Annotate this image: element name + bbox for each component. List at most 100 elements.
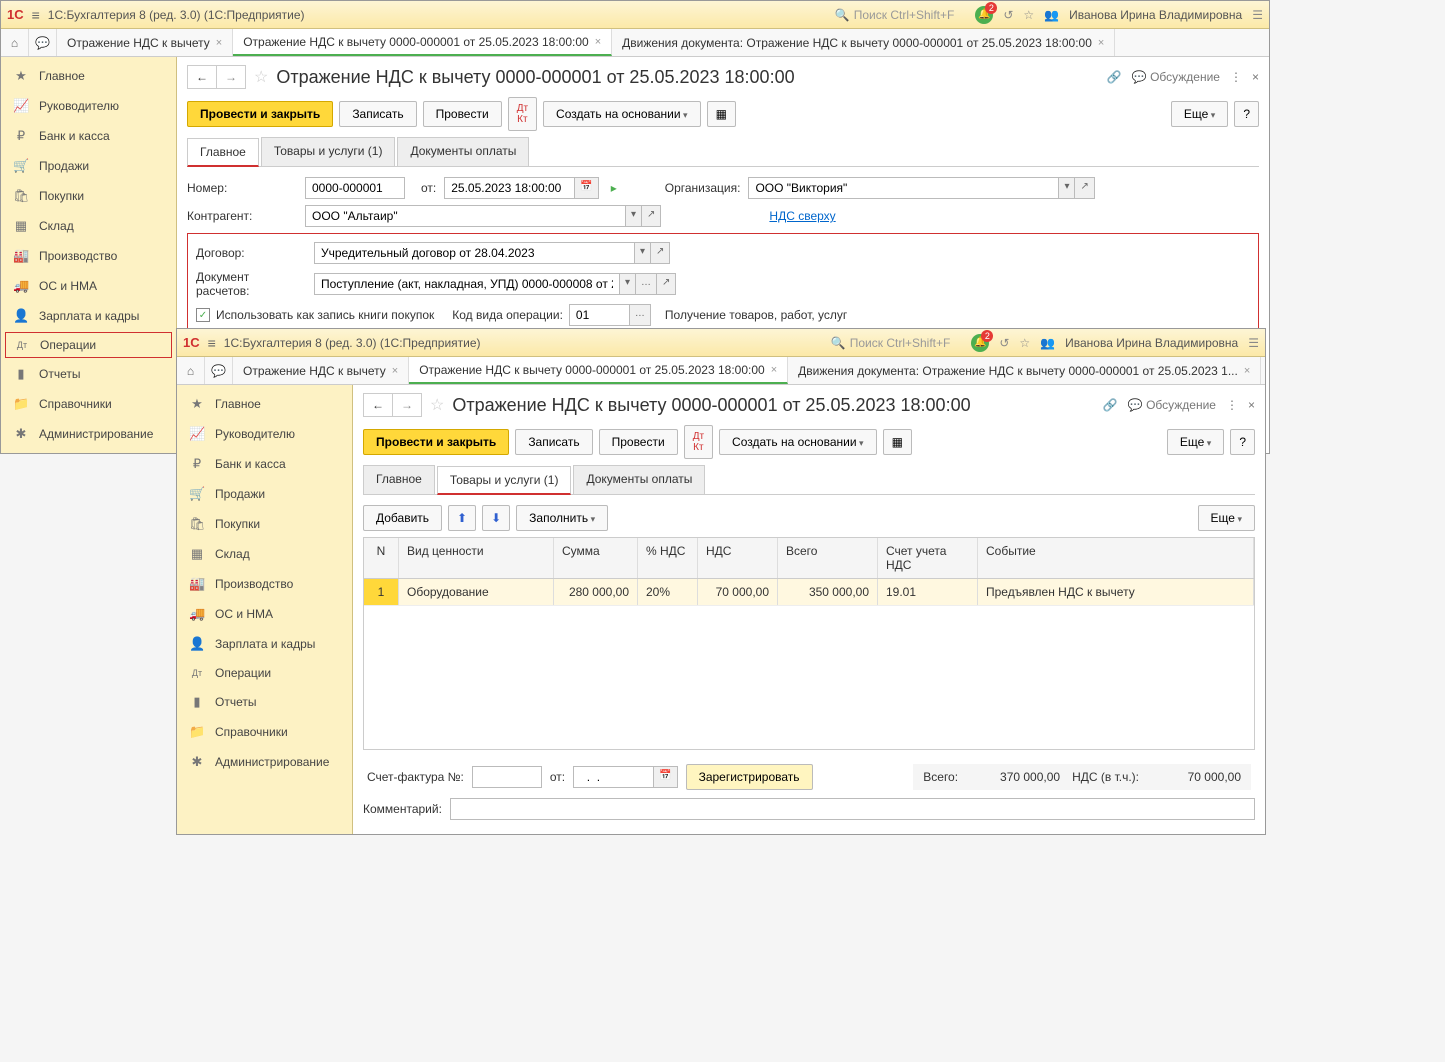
star-icon[interactable]: ☆	[1023, 8, 1034, 22]
user-name[interactable]: Иванова Ирина Владимировна	[1069, 8, 1242, 22]
search-box[interactable]: 🔍 Поиск Ctrl+Shift+F	[828, 5, 962, 25]
dropdown-icon[interactable]: ▾	[619, 273, 636, 295]
structure-button[interactable]: ▦	[883, 429, 912, 455]
add-button[interactable]: Добавить	[363, 505, 442, 531]
subtab-goods[interactable]: Товары и услуги (1)	[261, 137, 396, 166]
sidebar-item-main[interactable]: ★Главное	[1, 61, 176, 91]
date-input[interactable]	[444, 177, 574, 199]
sidebar-item-reports[interactable]: ▮Отчеты	[1, 359, 176, 389]
search-box[interactable]: 🔍 Поиск Ctrl+Shift+F	[824, 333, 958, 353]
sidebar-item-bank[interactable]: ₽Банк и касса	[177, 449, 352, 479]
sidebar-item-assets[interactable]: 🚚ОС и НМА	[1, 271, 176, 301]
tab-2[interactable]: Движения документа: Отражение НДС к выче…	[788, 357, 1261, 384]
help-button[interactable]: ?	[1234, 101, 1259, 127]
expand-icon[interactable]: ↗	[642, 205, 661, 227]
table-row[interactable]: 1 Оборудование 280 000,00 20% 70 000,00 …	[364, 579, 1254, 606]
table-body[interactable]: 1 Оборудование 280 000,00 20% 70 000,00 …	[364, 579, 1254, 749]
th-acc[interactable]: Счет учета НДС	[878, 538, 978, 578]
chk-book-record[interactable]: ✓	[196, 308, 210, 322]
close-icon[interactable]: ×	[595, 36, 601, 48]
sidebar-item-admin[interactable]: ✱Администрирование	[177, 747, 352, 777]
post-button[interactable]: Провести	[599, 429, 678, 455]
th-sum[interactable]: Сумма	[554, 538, 638, 578]
history-icon[interactable]: ↺	[999, 336, 1009, 350]
sidebar-item-bank[interactable]: ₽Банк и касса	[1, 121, 176, 151]
post-close-button[interactable]: Провести и закрыть	[363, 429, 509, 455]
th-vat-pct[interactable]: % НДС	[638, 538, 698, 578]
comment-input[interactable]	[450, 798, 1255, 820]
sidebar-item-assets[interactable]: 🚚ОС и НМА	[177, 599, 352, 629]
more-icon[interactable]: ⋮	[1230, 70, 1242, 84]
sidebar-item-manager[interactable]: 📈Руководителю	[177, 419, 352, 449]
settings-icon[interactable]: ☰	[1248, 336, 1259, 350]
opcode-input[interactable]	[569, 304, 629, 326]
sidebar-item-purchases[interactable]: 🛍Покупки	[1, 181, 176, 211]
cell-vat[interactable]: 70 000,00	[698, 579, 778, 605]
user-name[interactable]: Иванова Ирина Владимировна	[1065, 336, 1238, 350]
calendar-icon[interactable]: 📅	[653, 766, 677, 788]
move-up-button[interactable]: ⬆	[448, 505, 476, 531]
close-icon[interactable]: ×	[771, 364, 777, 376]
dropdown-icon[interactable]: ▾	[634, 242, 651, 264]
dropdown-icon[interactable]: ▾	[1058, 177, 1075, 199]
sidebar-item-warehouse[interactable]: ▦Склад	[177, 539, 352, 569]
sidebar-item-salary[interactable]: 👤Зарплата и кадры	[1, 301, 176, 331]
chat-button[interactable]: 💬	[205, 357, 233, 384]
star-icon[interactable]: ☆	[1019, 336, 1030, 350]
expand-icon[interactable]: ↗	[651, 242, 670, 264]
structure-button[interactable]: ▦	[707, 101, 736, 127]
subtab-payments[interactable]: Документы оплаты	[573, 465, 705, 494]
menu-icon[interactable]: ≡	[32, 7, 40, 23]
subtab-main[interactable]: Главное	[187, 138, 259, 167]
link-icon[interactable]: 🔗	[1107, 70, 1122, 84]
menu-icon[interactable]: ≡	[208, 335, 216, 351]
forward-button[interactable]: →	[393, 394, 421, 416]
home-button[interactable]: ⌂	[1, 29, 29, 56]
home-button[interactable]: ⌂	[177, 357, 205, 384]
user-icon[interactable]: 👥	[1040, 336, 1055, 350]
favorite-icon[interactable]: ☆	[430, 395, 444, 415]
invoice-number-input[interactable]	[472, 766, 542, 788]
number-input[interactable]	[305, 177, 405, 199]
tab-2[interactable]: Движения документа: Отражение НДС к выче…	[612, 29, 1115, 56]
more-button[interactable]: Еще	[1167, 429, 1224, 455]
more-button[interactable]: Еще	[1171, 101, 1228, 127]
sidebar-item-refs[interactable]: 📁Справочники	[1, 389, 176, 419]
cell-vat-pct[interactable]: 20%	[638, 579, 698, 605]
th-total[interactable]: Всего	[778, 538, 878, 578]
user-icon[interactable]: 👥	[1044, 8, 1059, 22]
close-icon[interactable]: ×	[1248, 398, 1255, 412]
settings-icon[interactable]: ☰	[1252, 8, 1263, 22]
more-icon[interactable]: ⋮	[1226, 398, 1238, 412]
dtKt-button[interactable]: ДтКт	[508, 97, 537, 131]
back-button[interactable]: ←	[364, 394, 393, 416]
close-icon[interactable]: ×	[1244, 365, 1250, 377]
subtab-main[interactable]: Главное	[363, 465, 435, 494]
invoice-date-input[interactable]	[573, 766, 653, 788]
sidebar-item-sales[interactable]: 🛒Продажи	[1, 151, 176, 181]
create-based-button[interactable]: Создать на основании	[719, 429, 877, 455]
th-vat[interactable]: НДС	[698, 538, 778, 578]
expand-icon[interactable]: ↗	[657, 273, 676, 295]
th-event[interactable]: Событие	[978, 538, 1254, 578]
org-input[interactable]	[748, 177, 1058, 199]
calendar-icon[interactable]: 📅	[574, 177, 598, 199]
save-button[interactable]: Записать	[339, 101, 416, 127]
discuss-icon[interactable]: 💬 Обсуждение	[1128, 398, 1216, 412]
forward-button[interactable]: →	[217, 66, 245, 88]
sidebar-item-refs[interactable]: 📁Справочники	[177, 717, 352, 747]
cell-event[interactable]: Предъявлен НДС к вычету	[978, 579, 1254, 605]
post-button[interactable]: Провести	[423, 101, 502, 127]
subtab-payments[interactable]: Документы оплаты	[397, 137, 529, 166]
history-icon[interactable]: ↺	[1003, 8, 1013, 22]
vat-top-link[interactable]: НДС сверху	[769, 209, 835, 223]
sidebar-item-production[interactable]: 🏭Производство	[177, 569, 352, 599]
more-button[interactable]: Еще	[1198, 505, 1255, 531]
sidebar-item-reports[interactable]: ▮Отчеты	[177, 687, 352, 717]
dtKt-button[interactable]: ДтКт	[684, 425, 713, 459]
post-close-button[interactable]: Провести и закрыть	[187, 101, 333, 127]
move-down-button[interactable]: ⬇	[482, 505, 510, 531]
counterparty-input[interactable]	[305, 205, 625, 227]
tab-0[interactable]: Отражение НДС к вычету×	[57, 29, 233, 56]
dropdown-icon[interactable]: ▾	[625, 205, 642, 227]
